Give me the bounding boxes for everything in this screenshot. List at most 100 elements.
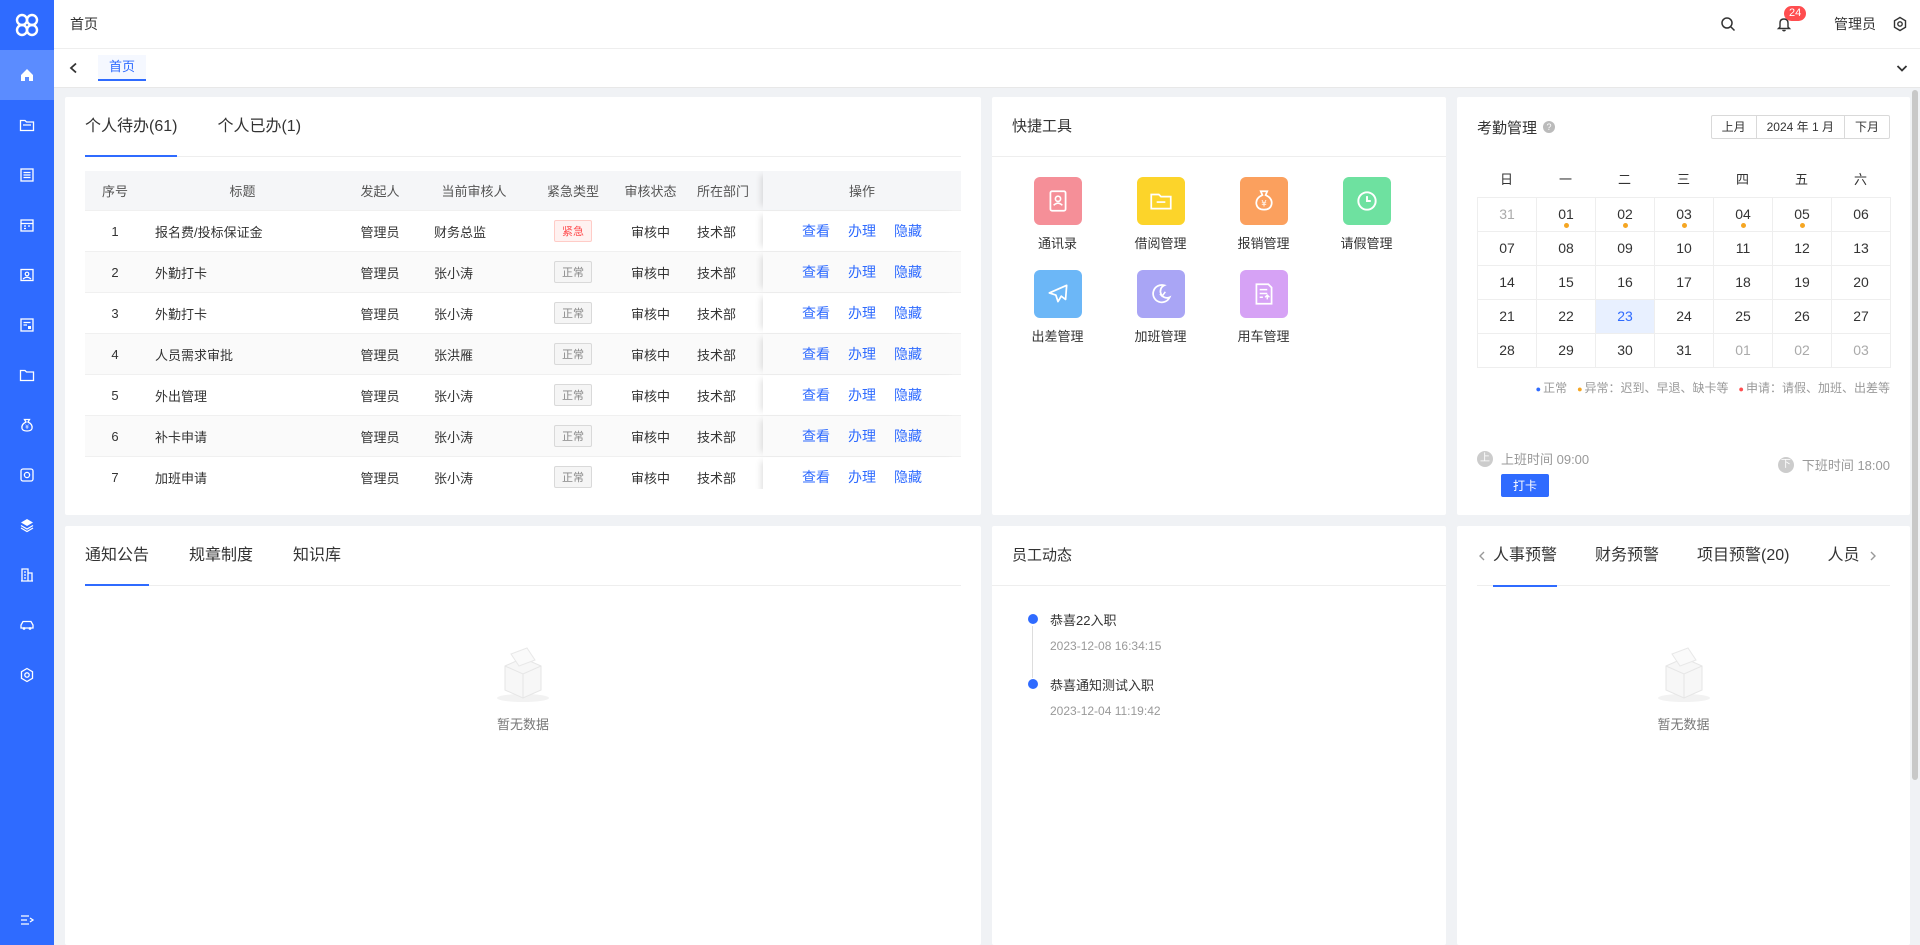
calendar-day[interactable]: 09 [1595,231,1655,266]
prev-month-button[interactable]: 上月 [1712,116,1757,138]
calendar-day[interactable]: 12 [1772,231,1832,266]
tab-finance-warning[interactable]: 财务预警 [1595,526,1659,586]
calendar-day[interactable]: 06 [1831,197,1891,232]
calendar-day[interactable]: 24 [1654,299,1714,334]
calendar-day[interactable]: 16 [1595,265,1655,300]
hide-button[interactable]: 隐藏 [894,221,922,241]
calendar-day[interactable]: 05 [1772,197,1832,232]
tab-personal-done[interactable]: 个人已办(1) [217,97,301,156]
quick-tool-item[interactable]: 出差管理 [1006,270,1109,345]
hide-button[interactable]: 隐藏 [894,262,922,282]
calendar-day[interactable]: 14 [1477,265,1537,300]
view-button[interactable]: 查看 [802,467,830,487]
tab-personal-todo[interactable]: 个人待办(61) [85,97,178,157]
tab-regulations[interactable]: 规章制度 [189,526,253,585]
hide-button[interactable]: 隐藏 [894,344,922,364]
calendar-day[interactable]: 22 [1536,299,1596,334]
tab-hr-warning[interactable]: 人事预警 [1493,526,1558,587]
user-name[interactable]: 管理员 [1834,14,1876,34]
calendar-day[interactable]: 08 [1536,231,1596,266]
nav-calendar[interactable] [0,200,54,250]
calendar-day[interactable]: 19 [1772,265,1832,300]
handle-button[interactable]: 办理 [848,467,876,487]
handle-button[interactable]: 办理 [848,344,876,364]
calendar-day[interactable]: 31 [1654,333,1714,368]
nav-system-settings[interactable] [0,650,54,700]
view-button[interactable]: 查看 [802,303,830,323]
sidebar-collapse-button[interactable] [0,905,54,935]
calendar-day[interactable]: 03 [1654,197,1714,232]
quick-tool-item[interactable]: 通讯录 [1006,177,1109,252]
calendar-day[interactable]: 28 [1477,333,1537,368]
tab-notices[interactable]: 通知公告 [85,526,150,586]
nav-layers[interactable] [0,500,54,550]
nav-documents[interactable] [0,100,54,150]
calendar-day[interactable]: 02 [1772,333,1832,368]
nav-list[interactable] [0,150,54,200]
nav-forms[interactable] [0,300,54,350]
quick-tool-item[interactable]: 请假管理 [1315,177,1418,252]
warn-tabs-next[interactable] [1868,551,1878,561]
calendar-day[interactable]: 31 [1477,197,1537,232]
calendar-day[interactable]: 30 [1595,333,1655,368]
calendar-day[interactable]: 25 [1713,299,1773,334]
view-button[interactable]: 查看 [802,262,830,282]
calendar-day[interactable]: 02 [1595,197,1655,232]
calendar-day[interactable]: 01 [1713,333,1773,368]
calendar-day[interactable]: 03 [1831,333,1891,368]
nav-building[interactable] [0,550,54,600]
warn-tabs-prev[interactable] [1477,551,1487,561]
view-button[interactable]: 查看 [802,344,830,364]
handle-button[interactable]: 办理 [848,262,876,282]
tabs-dropdown-button[interactable] [1892,58,1912,78]
calendar-day[interactable]: 17 [1654,265,1714,300]
calendar-day[interactable]: 11 [1713,231,1773,266]
tabs-back-button[interactable] [54,49,94,88]
tab-knowledge-base[interactable]: 知识库 [293,526,341,585]
calendar-day[interactable]: 15 [1536,265,1596,300]
handle-button[interactable]: 办理 [848,303,876,323]
calendar-day[interactable]: 21 [1477,299,1537,334]
hide-button[interactable]: 隐藏 [894,426,922,446]
tab-home[interactable]: 首页 [98,55,147,81]
hide-button[interactable]: 隐藏 [894,385,922,405]
calendar-day[interactable]: 04 [1713,197,1773,232]
view-button[interactable]: 查看 [802,385,830,405]
handle-button[interactable]: 办理 [848,385,876,405]
nav-finance[interactable]: ¥ [0,400,54,450]
settings-button[interactable] [1890,14,1910,34]
notification-button[interactable]: 24 [1774,6,1807,34]
current-month[interactable]: 2024 年 1 月 [1757,116,1845,138]
calendar-day[interactable]: 01 [1536,197,1596,232]
nav-home[interactable] [0,50,54,100]
handle-button[interactable]: 办理 [848,221,876,241]
quick-tool-item[interactable]: 用车管理 [1212,270,1315,345]
app-logo[interactable] [0,0,54,50]
calendar-day[interactable]: 27 [1831,299,1891,334]
view-button[interactable]: 查看 [802,426,830,446]
calendar-day[interactable]: 10 [1654,231,1714,266]
handle-button[interactable]: 办理 [848,426,876,446]
calendar-day[interactable]: 18 [1713,265,1773,300]
hide-button[interactable]: 隐藏 [894,303,922,323]
help-icon[interactable]: ? [1543,121,1556,133]
calendar-day[interactable]: 20 [1831,265,1891,300]
quick-tool-item[interactable]: ¥ 报销管理 [1212,177,1315,252]
quick-tool-item[interactable]: 借阅管理 [1109,177,1212,252]
nav-vehicle[interactable] [0,600,54,650]
search-button[interactable] [1718,14,1738,34]
quick-tool-item[interactable]: 加班管理 [1109,270,1212,345]
tab-staff-warning[interactable]: 人员 [1828,526,1860,586]
calendar-day[interactable]: 23 [1595,299,1655,334]
calendar-day[interactable]: 26 [1772,299,1832,334]
view-button[interactable]: 查看 [802,221,830,241]
nav-gallery[interactable] [0,250,54,300]
nav-files[interactable] [0,350,54,400]
next-month-button[interactable]: 下月 [1845,116,1889,138]
tab-project-warning[interactable]: 项目预警(20) [1697,526,1789,586]
calendar-day[interactable]: 29 [1536,333,1596,368]
page-scrollbar[interactable] [1912,90,1918,780]
punch-button[interactable]: 打卡 [1501,474,1550,497]
calendar-day[interactable]: 13 [1831,231,1891,266]
calendar-day[interactable]: 07 [1477,231,1537,266]
